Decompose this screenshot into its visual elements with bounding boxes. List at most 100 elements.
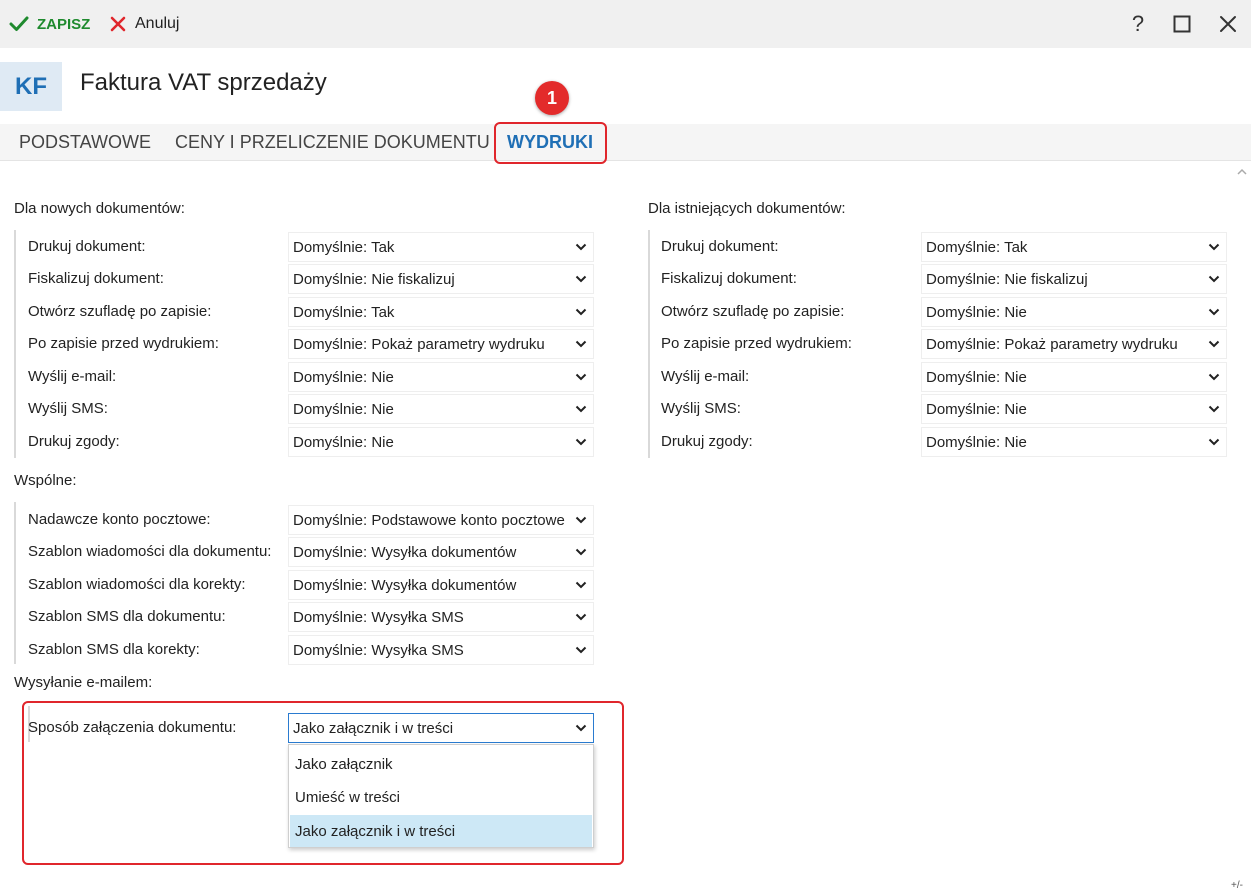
help-icon: ?: [1131, 11, 1145, 36]
new-before-print-select[interactable]: Domyślnie: Pokaż parametry wydruku: [288, 329, 594, 359]
chevron-down-icon: [569, 330, 593, 358]
message-template-correction-select[interactable]: Domyślnie: Wysyłka dokumentów: [288, 570, 594, 600]
row-label: Wyślij e-mail:: [661, 368, 750, 385]
save-button-label: ZAPISZ: [37, 15, 91, 33]
existing-send-email-select[interactable]: Domyślnie: Nie: [921, 362, 1227, 392]
chevron-down-icon: [569, 571, 593, 599]
row-label: Otwórz szufladę po zapisie:: [661, 303, 845, 320]
maximize-icon: [1173, 15, 1191, 33]
chevron-down-icon: [1202, 233, 1226, 261]
maximize-button[interactable]: [1168, 11, 1196, 37]
existing-send-sms-select[interactable]: Domyślnie: Nie: [921, 394, 1227, 424]
scroll-up-icon[interactable]: [1236, 166, 1248, 178]
select-value: Domyślnie: Pokaż parametry wydruku: [293, 335, 545, 353]
chevron-down-icon: [569, 265, 593, 293]
select-value: Jako załącznik i w treści: [293, 719, 454, 737]
tab-wydruki[interactable]: WYDRUKI: [507, 132, 593, 153]
chevron-down-icon: [1202, 395, 1226, 423]
sms-template-document-select[interactable]: Domyślnie: Wysyłka SMS: [288, 602, 594, 632]
tab-bar: PODSTAWOWE CENY I PRZELICZENIE DOKUMENTU…: [0, 124, 1251, 161]
document-header: KF Faktura VAT sprzedaży: [0, 48, 1251, 124]
select-value: Domyślnie: Tak: [293, 238, 395, 256]
chevron-down-icon: [1202, 330, 1226, 358]
row-label: Sposób załączenia dokumentu:: [28, 719, 237, 736]
select-value: Domyślnie: Nie: [926, 303, 1027, 321]
row-label: Po zapisie przed wydrukiem:: [661, 335, 852, 352]
cancel-button[interactable]: Anuluj: [109, 12, 179, 36]
row-label: Szablon wiadomości dla dokumentu:: [28, 543, 272, 560]
section-title-email: Wysyłanie e-mailem:: [14, 674, 153, 691]
toolbar: ZAPISZ Anuluj ?: [0, 0, 1251, 48]
new-print-document-select[interactable]: Domyślnie: Tak: [288, 232, 594, 262]
chevron-down-icon: [1202, 363, 1226, 391]
group-divider: [14, 502, 16, 664]
new-send-email-select[interactable]: Domyślnie: Nie: [288, 362, 594, 392]
row-label: Drukuj zgody:: [661, 433, 753, 450]
row-label: Szablon wiadomości dla korekty:: [28, 576, 246, 593]
chevron-down-icon: [569, 538, 593, 566]
select-value: Domyślnie: Wysyłka SMS: [293, 608, 464, 626]
select-value: Domyślnie: Nie: [926, 400, 1027, 418]
existing-open-drawer-select[interactable]: Domyślnie: Nie: [921, 297, 1227, 327]
section-title-existing-docs: Dla istniejących dokumentów:: [648, 200, 846, 217]
chevron-down-icon: [1202, 298, 1226, 326]
row-label: Szablon SMS dla korekty:: [28, 641, 200, 658]
select-value: Domyślnie: Tak: [926, 238, 1028, 256]
dropdown-option-selected[interactable]: Jako załącznik i w treści: [290, 815, 592, 847]
help-button[interactable]: ?: [1124, 11, 1152, 37]
existing-print-document-select[interactable]: Domyślnie: Tak: [921, 232, 1227, 262]
message-template-document-select[interactable]: Domyślnie: Wysyłka dokumentów: [288, 537, 594, 567]
select-value: Domyślnie: Nie fiskalizuj: [926, 270, 1088, 288]
sender-account-select[interactable]: Domyślnie: Podstawowe konto pocztowe: [288, 505, 594, 535]
select-value: Domyślnie: Podstawowe konto pocztowe: [293, 511, 565, 529]
section-title-new-docs: Dla nowych dokumentów:: [14, 200, 185, 217]
document-type-badge: KF: [0, 62, 62, 111]
row-label: Wyślij e-mail:: [28, 368, 117, 385]
save-button[interactable]: ZAPISZ: [9, 12, 90, 36]
new-open-drawer-select[interactable]: Domyślnie: Tak: [288, 297, 594, 327]
tab-podstawowe[interactable]: PODSTAWOWE: [19, 132, 151, 153]
chevron-down-icon: [1202, 265, 1226, 293]
chevron-down-icon: [569, 428, 593, 456]
row-label: Wyślij SMS:: [661, 400, 741, 417]
row-label: Fiskalizuj dokument:: [661, 270, 797, 287]
select-value: Domyślnie: Nie: [293, 368, 394, 386]
select-value: Domyślnie: Nie: [926, 368, 1027, 386]
row-label: Wyślij SMS:: [28, 400, 108, 417]
footer-corner-text: +/-: [1231, 880, 1243, 891]
close-icon: [1220, 16, 1236, 32]
chevron-down-icon: [569, 233, 593, 261]
select-value: Domyślnie: Nie: [293, 400, 394, 418]
new-fiscalize-select[interactable]: Domyślnie: Nie fiskalizuj: [288, 264, 594, 294]
existing-fiscalize-select[interactable]: Domyślnie: Nie fiskalizuj: [921, 264, 1227, 294]
page-title: Faktura VAT sprzedaży: [80, 69, 327, 96]
tab-ceny[interactable]: CENY I PRZELICZENIE DOKUMENTU: [175, 132, 490, 153]
checkmark-icon: [9, 16, 29, 31]
chevron-down-icon: [569, 714, 593, 742]
new-send-sms-select[interactable]: Domyślnie: Nie: [288, 394, 594, 424]
select-value: Domyślnie: Tak: [293, 303, 395, 321]
row-label: Szablon SMS dla dokumentu:: [28, 608, 226, 625]
close-x-icon: [110, 16, 126, 32]
existing-before-print-select[interactable]: Domyślnie: Pokaż parametry wydruku: [921, 329, 1227, 359]
chevron-down-icon: [569, 363, 593, 391]
existing-print-consents-select[interactable]: Domyślnie: Nie: [921, 427, 1227, 457]
callout-badge: 1: [535, 81, 569, 115]
new-print-consents-select[interactable]: Domyślnie: Nie: [288, 427, 594, 457]
select-value: Domyślnie: Nie: [926, 433, 1027, 451]
section-title-common: Wspólne:: [14, 472, 77, 489]
group-divider: [648, 230, 650, 458]
row-label: Otwórz szufladę po zapisie:: [28, 303, 212, 320]
sms-template-correction-select[interactable]: Domyślnie: Wysyłka SMS: [288, 635, 594, 665]
row-label: Po zapisie przed wydrukiem:: [28, 335, 219, 352]
close-window-button[interactable]: [1214, 11, 1242, 37]
attachment-mode-select[interactable]: Jako załącznik i w treści: [288, 713, 594, 743]
dropdown-option[interactable]: Umieść w treści: [290, 781, 592, 813]
row-label: Nadawcze konto pocztowe:: [28, 511, 211, 528]
chevron-down-icon: [569, 395, 593, 423]
chevron-down-icon: [1202, 428, 1226, 456]
dropdown-option[interactable]: Jako załącznik: [290, 748, 592, 780]
row-label: Drukuj zgody:: [28, 433, 120, 450]
attachment-mode-dropdown: Jako załącznik Umieść w treści Jako załą…: [288, 744, 594, 848]
select-value: Domyślnie: Pokaż parametry wydruku: [926, 335, 1178, 353]
